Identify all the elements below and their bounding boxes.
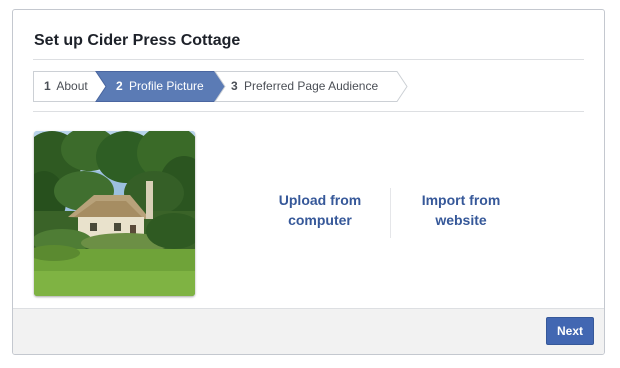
step-3-label[interactable]: 3 Preferred Page Audience (231, 79, 378, 93)
title-divider (33, 59, 584, 60)
step-2-label[interactable]: 2 Profile Picture (116, 79, 204, 93)
step-3-number: 3 (231, 79, 238, 93)
step-2-text: Profile Picture (129, 79, 204, 93)
steps-divider (33, 111, 584, 112)
step-1-number: 1 (44, 79, 51, 93)
setup-dialog: Set up Cider Press Cottage 1 About 2 Pro… (12, 9, 605, 355)
step-3-text: Preferred Page Audience (244, 79, 379, 93)
upload-line-2: computer (288, 212, 352, 228)
dialog-footer: Next (13, 308, 604, 354)
options-divider (390, 188, 391, 238)
step-1-text: About (56, 79, 88, 93)
step-progress: 1 About 2 Profile Picture 3 Preferred Pa… (33, 71, 413, 102)
cottage-photo-icon (34, 131, 195, 296)
next-button[interactable]: Next (546, 317, 594, 345)
import-from-website-button[interactable]: Import from website (403, 190, 519, 230)
import-line-2: website (435, 212, 487, 228)
profile-picture-preview (34, 131, 195, 296)
upload-line-1: Upload from (278, 192, 362, 208)
step-1-label[interactable]: 1 About (44, 79, 88, 93)
step-2-number: 2 (116, 79, 123, 93)
upload-from-computer-button[interactable]: Upload from computer (261, 190, 379, 230)
import-line-1: Import from (421, 192, 501, 208)
dialog-title: Set up Cider Press Cottage (34, 32, 241, 49)
